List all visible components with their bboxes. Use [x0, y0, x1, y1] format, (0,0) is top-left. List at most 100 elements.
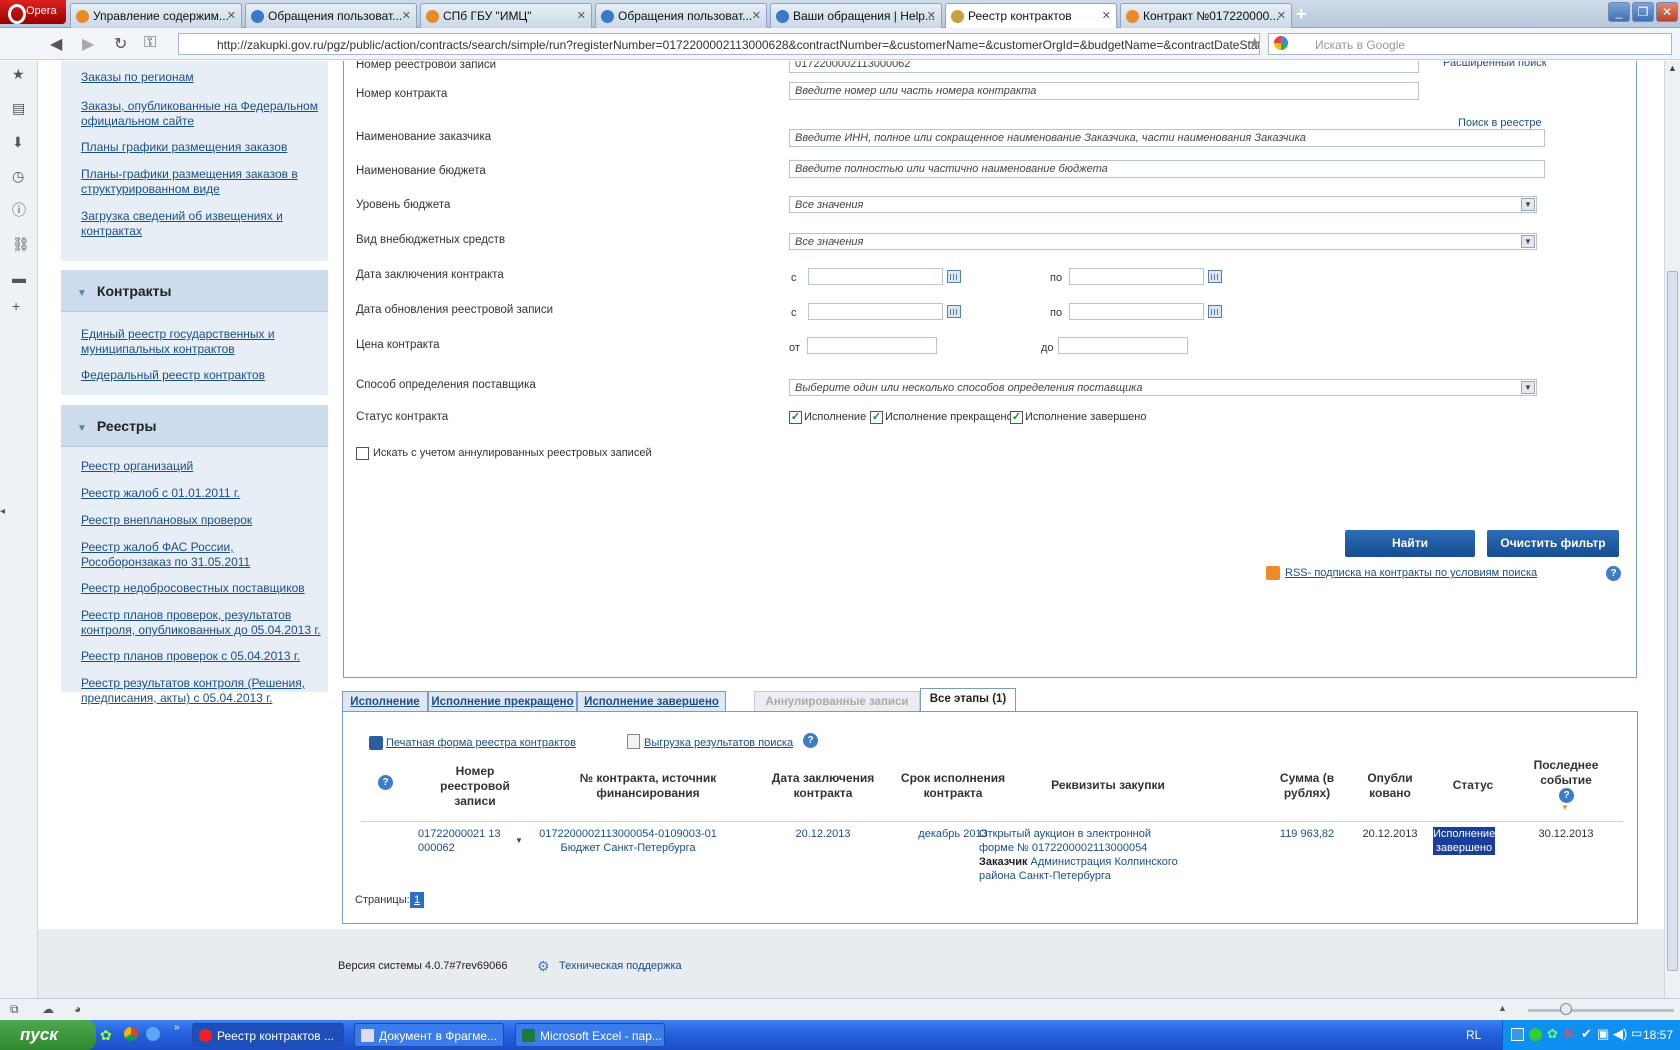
tray-status-icon[interactable]: [1529, 1028, 1542, 1041]
info-icon[interactable]: ⓘ: [12, 203, 26, 217]
chevron-down-icon[interactable]: ▼: [1521, 381, 1535, 394]
browser-tab[interactable]: Управление содержим... ✕: [70, 3, 242, 28]
nav-link-complaints[interactable]: Реестр жалоб с 01.01.2011 г.: [81, 486, 326, 501]
bookmarks-star-icon[interactable]: ★: [12, 67, 26, 81]
taskbar-item-word[interactable]: Документ в Фрагме...: [354, 1023, 504, 1047]
calendar-icon[interactable]: [947, 270, 961, 283]
nav-link-orders-by-region[interactable]: Заказы по регионам: [81, 70, 326, 85]
tray-arrow-icon[interactable]: ✔: [1581, 1026, 1592, 1042]
customer-name-input[interactable]: Введите ИНН, полное или сокращенное наим…: [789, 129, 1545, 147]
registry-search-link[interactable]: Поиск в реестре: [1458, 117, 1542, 129]
opera-menu-button[interactable]: Opera: [0, 0, 66, 24]
registry-number-link[interactable]: 01722000021 13 000062: [418, 827, 508, 855]
calendar-icon[interactable]: [1208, 270, 1222, 283]
browser-tab[interactable]: Контракт №017220000... ✕: [1120, 3, 1292, 28]
nav-link-organizations[interactable]: Реестр организаций: [81, 459, 326, 474]
taskbar-item-opera[interactable]: Реестр контрактов ...: [192, 1023, 344, 1047]
print-form-link[interactable]: Печатная форма реестра контрактов: [386, 737, 576, 749]
nav-link-federal-registry[interactable]: Федеральный реестр контрактов: [81, 368, 326, 383]
reload-icon[interactable]: ↻: [114, 34, 127, 54]
back-arrow-icon[interactable]: ◀: [50, 34, 62, 54]
rss-subscription-link[interactable]: RSS- подписка на контракты по условиям п…: [1285, 567, 1537, 579]
volume-icon[interactable]: ◀): [1613, 1026, 1627, 1042]
procurement-link[interactable]: Открытый аукцион в электронной форме № 0…: [979, 827, 1179, 855]
tray-k-icon[interactable]: K: [1565, 1026, 1574, 1041]
offbudget-select[interactable]: Все значения ▼: [789, 233, 1537, 250]
help-icon[interactable]: ?: [378, 775, 393, 790]
language-indicator[interactable]: RL: [1466, 1028, 1481, 1042]
expand-row-chevron-icon[interactable]: ▼: [515, 836, 523, 845]
forward-arrow-icon[interactable]: ▶: [82, 34, 94, 54]
nav-link-unplanned-checks[interactable]: Реестр внеплановых проверок: [81, 513, 326, 528]
calendar-icon[interactable]: [1208, 305, 1222, 318]
tab-execution[interactable]: Исполнение: [342, 691, 428, 712]
price-from-input[interactable]: [807, 337, 937, 354]
url-input[interactable]: http://zakupki.gov.ru/pgz/public/action/…: [178, 33, 1260, 55]
page-number-button[interactable]: 1: [410, 892, 424, 908]
status-execution-checkbox[interactable]: ✓: [789, 411, 802, 424]
browser-tab[interactable]: Ваши обращения | Help... ✕: [770, 3, 942, 28]
close-tab-icon[interactable]: ✕: [227, 9, 236, 22]
sort-arrow-icon[interactable]: ▼: [1561, 803, 1569, 812]
close-tab-icon[interactable]: ✕: [402, 9, 411, 22]
close-tab-icon[interactable]: ✕: [1102, 9, 1111, 22]
tray-monitor-icon[interactable]: ▣: [1597, 1026, 1609, 1042]
help-icon[interactable]: ?: [1559, 788, 1574, 803]
update-date-from-input[interactable]: [808, 303, 943, 320]
help-icon[interactable]: ?: [803, 733, 818, 748]
nav-link-control-results[interactable]: Реестр результатов контроля (Решения, пр…: [81, 676, 326, 706]
close-tab-icon[interactable]: ✕: [927, 9, 936, 22]
chevron-down-icon[interactable]: ▼: [1521, 198, 1535, 211]
browser-tab[interactable]: Обращения пользоват... ✕: [595, 3, 767, 28]
nav-section-header[interactable]: ▼ Контракты: [61, 270, 328, 312]
tech-support-link[interactable]: Техническая поддержка: [559, 960, 682, 972]
zoom-icon[interactable]: ▲: [1498, 1003, 1507, 1013]
close-tab-icon[interactable]: ✕: [752, 9, 761, 22]
taskbar-item-excel[interactable]: Microsoft Excel - пар...: [515, 1023, 665, 1047]
close-tab-icon[interactable]: ✕: [1277, 9, 1286, 22]
google-search-icon[interactable]: [1274, 36, 1288, 50]
tab-all-stages[interactable]: Все этапы (1): [920, 688, 1016, 712]
history-clock-icon[interactable]: ◷: [12, 169, 26, 183]
tray-app-icon[interactable]: ✿: [1547, 1026, 1558, 1042]
contract-number-input[interactable]: Введите номер или часть номера контракта: [789, 82, 1419, 100]
chrome-icon[interactable]: [124, 1027, 138, 1041]
links-icon[interactable]: ⛓: [12, 237, 30, 251]
tab-terminated[interactable]: Исполнение прекращено: [428, 691, 577, 712]
nav-link-check-plans-new[interactable]: Реестр планов проверок с 05.04.2013 г.: [81, 649, 326, 664]
clear-filter-button[interactable]: Очистить фильтр: [1487, 530, 1619, 557]
close-tab-icon[interactable]: ✕: [577, 9, 586, 22]
new-tab-plus-icon[interactable]: +: [1296, 4, 1307, 25]
key-icon[interactable]: ⚿: [144, 34, 156, 52]
browser-tab-active[interactable]: Реестр контрактов ✕: [945, 3, 1117, 29]
add-panel-plus-icon[interactable]: +: [12, 299, 26, 313]
nav-link-unified-registry[interactable]: Единый реестр государственных и муниципа…: [81, 327, 326, 357]
export-document-icon[interactable]: [627, 734, 640, 749]
nav-link-structured-schedules[interactable]: Планы-графики размещения заказов в струк…: [81, 167, 326, 197]
nav-link-check-plans-old[interactable]: Реестр планов проверок, результатов конт…: [81, 608, 331, 638]
nav-link-federal-orders[interactable]: Заказы, опубликованные на Федеральном оф…: [81, 99, 326, 129]
zoom-slider[interactable]: [1528, 1009, 1674, 1012]
zoom-slider-handle[interactable]: [1560, 1003, 1572, 1015]
nav-section-header[interactable]: ▼ Реестры: [61, 405, 328, 447]
status-terminated-checkbox[interactable]: ✓: [870, 411, 883, 424]
contract-date-to-input[interactable]: [1069, 268, 1204, 285]
minimize-window-icon[interactable]: _: [1608, 2, 1630, 22]
update-date-to-input[interactable]: [1069, 303, 1204, 320]
supplier-method-select[interactable]: Выберите один или несколько способов опр…: [789, 379, 1537, 396]
browser-tab[interactable]: СПб ГБУ "ИМЦ" ✕: [420, 3, 592, 28]
chevron-down-icon[interactable]: ▼: [1521, 235, 1535, 248]
clock[interactable]: 18:57: [1643, 1028, 1673, 1042]
contract-number-link[interactable]: 0172200002113000054-0109003-01: [533, 827, 723, 841]
conclusion-date[interactable]: 20.12.2013: [763, 827, 883, 841]
nav-link-unfair-suppliers[interactable]: Реестр недобросовестных поставщиков: [81, 581, 326, 596]
restore-window-icon[interactable]: ❐: [1632, 2, 1654, 22]
tray-display-icon[interactable]: ▭: [1631, 1026, 1642, 1040]
nav-link-order-schedules[interactable]: Планы графики размещения заказов: [81, 140, 326, 155]
registry-number-input[interactable]: 0172200002113000062: [789, 61, 1419, 73]
export-results-link[interactable]: Выгрузка результатов поиска: [644, 737, 793, 749]
nav-link-fas-complaints[interactable]: Реестр жалоб ФАС России, Рособоронзаказ …: [81, 540, 326, 570]
tab-completed[interactable]: Исполнение завершено: [577, 691, 726, 712]
search-input[interactable]: Искать в Google: [1268, 33, 1672, 55]
quicklaunch-more-icon[interactable]: »: [174, 1022, 180, 1033]
